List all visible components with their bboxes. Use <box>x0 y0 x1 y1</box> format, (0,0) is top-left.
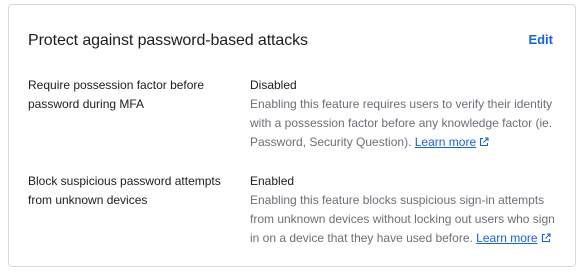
external-link-icon <box>541 233 551 243</box>
setting-label: Require possession factor before passwor… <box>28 78 205 111</box>
description-text: Enabling this feature requires users to … <box>250 97 553 149</box>
status-text: Enabled <box>250 174 295 188</box>
setting-description: Enabling this feature blocks suspicious … <box>250 191 562 248</box>
setting-description: Enabling this feature requires users to … <box>250 95 562 152</box>
setting-value: Enabled Enabling this feature blocks sus… <box>250 172 562 248</box>
learn-more-link[interactable]: Learn more <box>415 135 489 149</box>
learn-more-link[interactable]: Learn more <box>476 231 551 245</box>
learn-more-label: Learn more <box>414 135 477 149</box>
learn-more-label: Learn more <box>476 231 538 245</box>
setting-label: Block suspicious password attempts from … <box>28 174 221 207</box>
password-attacks-card: Protect against password-based attacks E… <box>8 4 576 267</box>
status-text: Disabled <box>250 78 297 92</box>
card-title: Protect against password-based attacks <box>28 32 308 49</box>
edit-button[interactable]: Edit <box>528 32 553 48</box>
setting-value: Disabled Enabling this feature requires … <box>250 76 562 152</box>
external-link-icon <box>480 137 489 147</box>
